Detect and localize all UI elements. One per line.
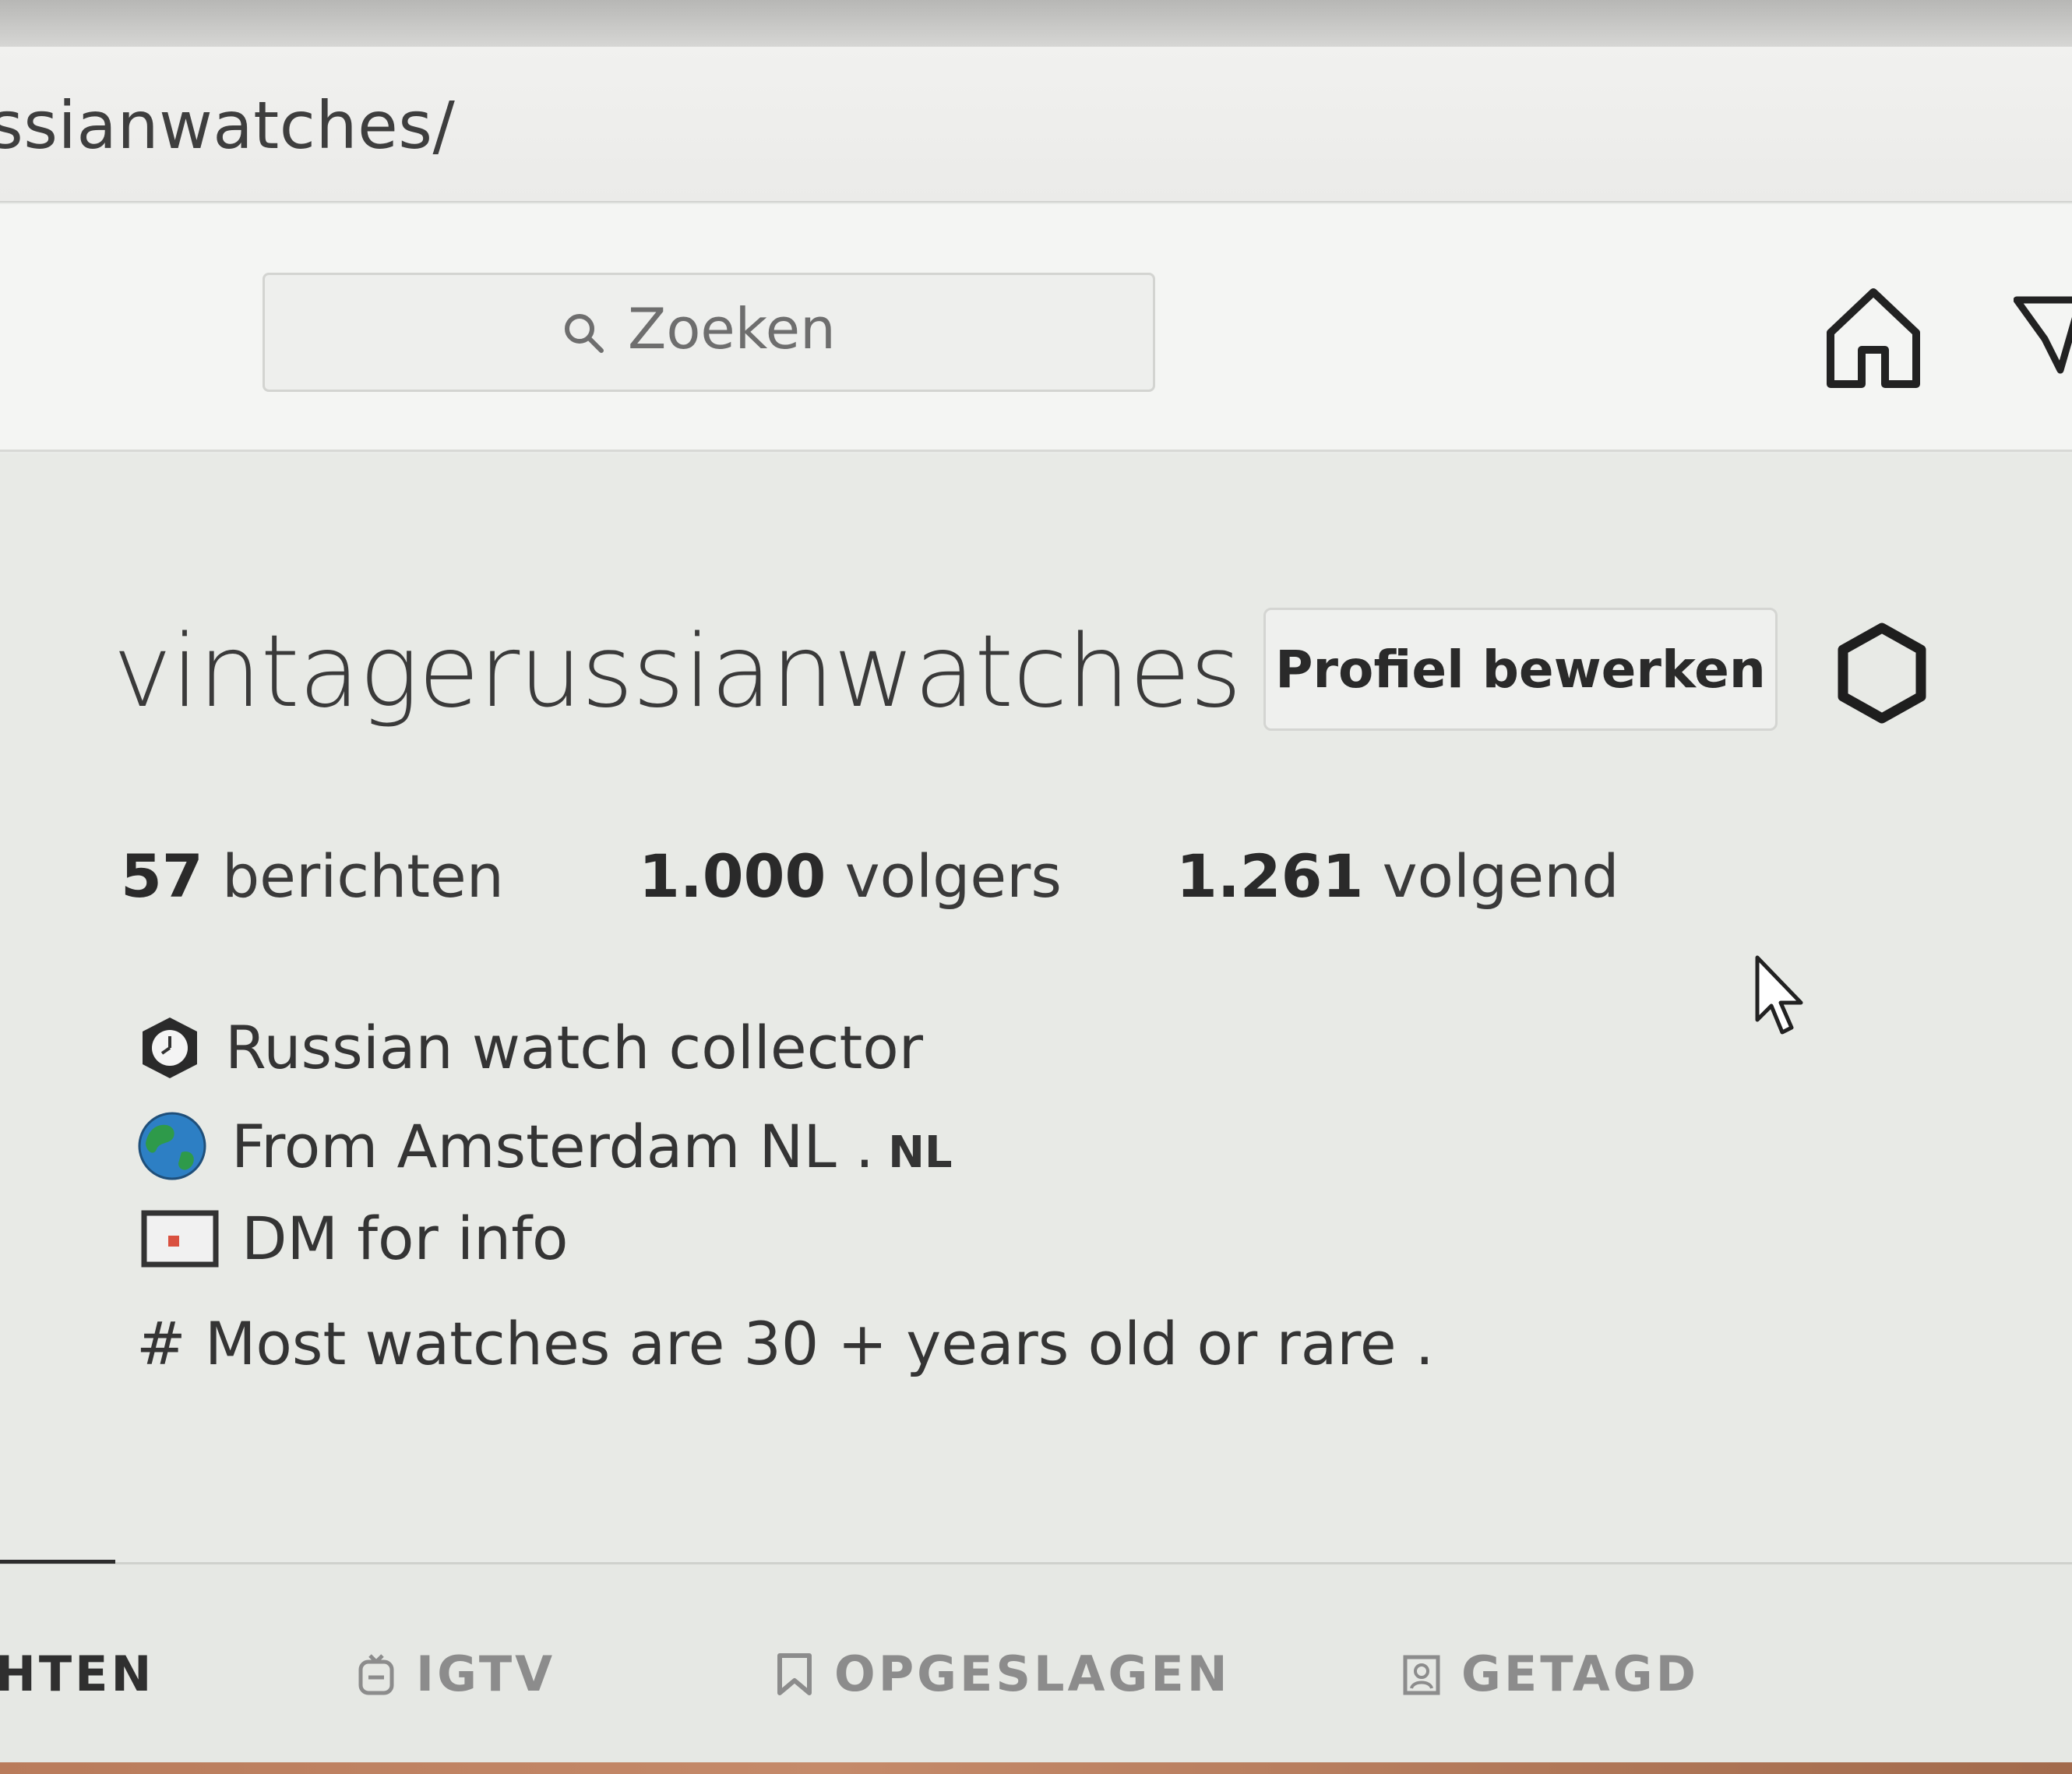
tab-igtv-label[interactable]: IGTV	[416, 1645, 555, 1702]
bio-line-hashtag: # Most watches are 30 + years old or rar…	[136, 1309, 1434, 1378]
mouse-cursor-icon	[1755, 955, 1803, 1035]
bio-line-collector: Russian watch collector	[136, 1013, 923, 1082]
tab-posts[interactable]: HTEN	[0, 1645, 154, 1702]
posts-count: 57 berichten	[121, 841, 504, 911]
home-icon[interactable]	[1823, 284, 1924, 392]
tab-saved-label[interactable]: OPGESLAGEN	[834, 1645, 1231, 1702]
browser-tab-strip	[0, 0, 2072, 47]
tab-posts-label[interactable]: HTEN	[0, 1645, 154, 1702]
bio-text-location: From Amsterdam NL .	[231, 1111, 875, 1181]
taskbar-edge	[0, 1762, 2072, 1774]
bio-text-contact: DM for info	[241, 1204, 569, 1273]
profile-username: vintagerussianwatches	[113, 614, 1242, 730]
followers-count[interactable]: 1.000 volgers	[639, 841, 1062, 911]
bio-text-country-code: NL	[888, 1127, 953, 1178]
direct-icon[interactable]	[2014, 292, 2072, 386]
posts-count-value: 57	[121, 841, 203, 911]
tab-saved[interactable]: OPGESLAGEN	[775, 1645, 1231, 1702]
tab-tagged[interactable]: GETAGD	[1402, 1645, 1699, 1702]
search-icon	[565, 314, 604, 353]
following-count[interactable]: 1.261 volgend	[1176, 841, 1619, 911]
mailbox-icon	[141, 1210, 219, 1267]
settings-icon[interactable]	[1831, 622, 1933, 725]
bio-line-location: From Amsterdam NL . NL	[136, 1110, 953, 1182]
tab-igtv[interactable]: IGTV	[357, 1645, 555, 1702]
igtv-icon	[358, 1653, 394, 1695]
bio-text-collector: Russian watch collector	[225, 1013, 924, 1082]
following-count-value[interactable]: 1.261	[1176, 841, 1363, 911]
watch-icon	[143, 1017, 197, 1078]
tag-icon	[1403, 1655, 1440, 1695]
tab-tagged-label[interactable]: GETAGD	[1461, 1645, 1699, 1702]
search-placeholder[interactable]: Zoeken	[628, 296, 836, 362]
followers-count-label[interactable]: volgers	[845, 841, 1062, 911]
followers-count-value[interactable]: 1.000	[639, 841, 826, 911]
posts-count-label: berichten	[221, 841, 504, 911]
active-tab-indicator	[0, 1560, 115, 1564]
bio-line-contact: DM for info	[140, 1204, 568, 1273]
url-text[interactable]: ssianwatches/	[0, 87, 455, 164]
bio-text-hashtag: # Most watches are 30 + years old or rar…	[136, 1309, 1434, 1378]
following-count-label[interactable]: volgend	[1383, 841, 1619, 911]
globe-icon	[138, 1112, 206, 1180]
bookmark-icon	[777, 1652, 812, 1695]
edit-profile-button[interactable]: Profiel bewerken	[1263, 608, 1778, 731]
